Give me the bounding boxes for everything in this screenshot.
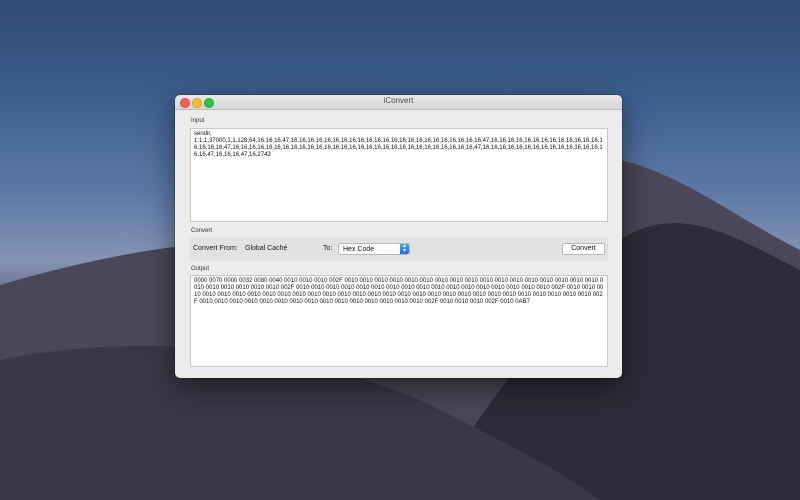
convert-from-value: Global Caché <box>245 245 288 252</box>
app-window: iConvert Input sendir, 1:1,1,37000,1,1,1… <box>175 95 622 378</box>
chevron-updown-icon: ▴ ▾ <box>400 243 409 254</box>
convert-from-label: Convert From: <box>193 245 238 252</box>
output-label: Output <box>191 266 210 272</box>
convert-section-label: Convert <box>191 228 213 234</box>
input-textarea[interactable]: sendir, 1:1,1,37000,1,1,128,64,16,16,16,… <box>190 128 608 222</box>
convert-to-label: To: <box>323 245 333 252</box>
window-title: iConvert <box>383 96 414 105</box>
title-bar[interactable]: iConvert <box>175 95 622 110</box>
input-label: Input <box>191 118 205 124</box>
convert-button[interactable]: Convert <box>562 243 605 255</box>
input-text: sendir, 1:1,1,37000,1,1,128,64,16,16,16,… <box>194 131 603 158</box>
output-textarea[interactable]: 0000 0070 0000 0032 0080 0040 0010 0010 … <box>190 275 608 367</box>
target-format-value: Hex Code <box>343 245 375 253</box>
convert-panel: Convert From: Global Caché To: Hex Code … <box>189 237 608 261</box>
output-text: 0000 0070 0000 0032 0080 0040 0010 0010 … <box>194 278 604 305</box>
target-format-select[interactable]: Hex Code ▴ ▾ <box>338 243 410 255</box>
